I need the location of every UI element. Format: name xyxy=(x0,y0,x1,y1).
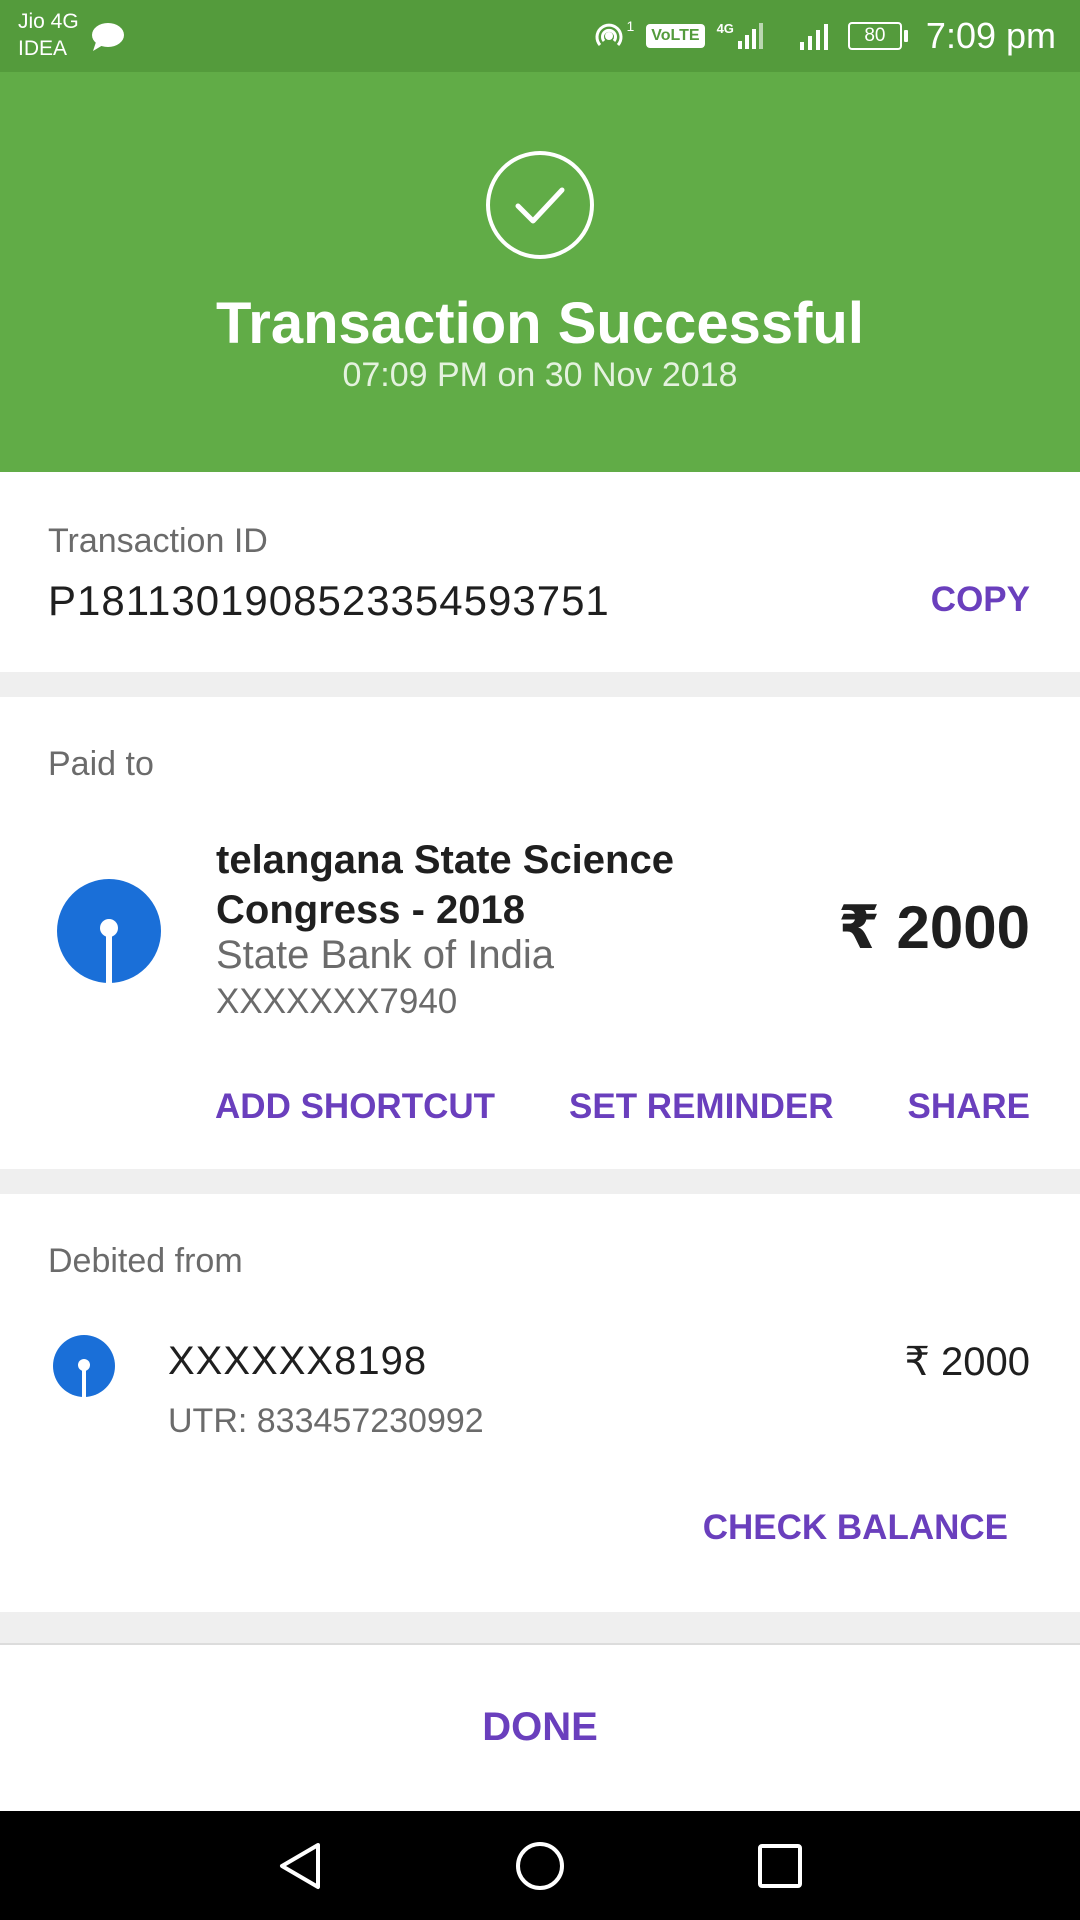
carrier-line1: Jio 4G xyxy=(18,10,79,33)
network-type-label: 4G xyxy=(716,21,734,36)
footer-bar: DONE xyxy=(0,1643,1080,1811)
payee-account: XXXXXXX7940 xyxy=(216,982,458,1021)
status-time: 7:09 pm xyxy=(925,15,1056,56)
debited-from-card: Debited from XXXXXX8198 UTR: 83345723099… xyxy=(0,1194,1080,1612)
check-circle-icon xyxy=(486,151,594,259)
paid-to-card: Paid to telangana State Science Congress… xyxy=(0,697,1080,1169)
paid-to-actions: ADD SHORTCUT SET REMINDER SHARE xyxy=(215,1087,1030,1127)
transaction-id-card: Transaction ID P1811301908523354593751 C… xyxy=(0,472,1080,672)
copy-button[interactable]: COPY xyxy=(931,580,1030,620)
success-header: Transaction Successful 07:09 PM on 30 No… xyxy=(0,72,1080,472)
utr-number: UTR: 833457230992 xyxy=(168,1402,484,1440)
battery-tip xyxy=(903,30,908,42)
signal-4g: 4G xyxy=(717,21,766,51)
hotspot-indicator: 1 xyxy=(592,19,634,53)
recents-icon[interactable] xyxy=(753,1839,807,1893)
page-title: Transaction Successful xyxy=(216,291,864,356)
transaction-id-value: P1811301908523354593751 xyxy=(48,577,610,624)
sbi-logo-icon xyxy=(57,879,161,984)
paid-to-label: Paid to xyxy=(48,745,154,783)
signal-icon xyxy=(737,23,763,49)
status-icons: 1 VoLTE 4G 80 7:09 pm xyxy=(592,0,1056,72)
battery-icon: 80 xyxy=(847,22,908,50)
payee-name: telangana State Science Congress - 2018 xyxy=(216,838,674,932)
debited-from-label: Debited from xyxy=(48,1242,243,1280)
hotspot-icon xyxy=(595,23,623,46)
hotspot-badge: 1 xyxy=(626,18,635,34)
chat-icon xyxy=(92,23,124,51)
debit-amount: ₹ 2000 xyxy=(904,1340,1030,1384)
sbi-logo-icon xyxy=(53,1335,115,1398)
signal-icon xyxy=(799,24,828,50)
paid-amount: ₹ 2000 xyxy=(838,894,1030,961)
volte-badge: VoLTE xyxy=(646,24,705,48)
add-shortcut-button[interactable]: ADD SHORTCUT xyxy=(215,1087,495,1127)
transaction-id-label: Transaction ID xyxy=(48,522,268,560)
carrier-line2: IDEA xyxy=(18,37,68,60)
back-icon[interactable] xyxy=(274,1839,328,1893)
payee-bank: State Bank of India xyxy=(216,933,555,977)
carrier-info: Jio 4G IDEA xyxy=(18,8,79,62)
set-reminder-button[interactable]: SET REMINDER xyxy=(569,1087,833,1127)
check-balance-button[interactable]: CHECK BALANCE xyxy=(703,1508,1008,1548)
status-bar: Jio 4G IDEA 1 VoLTE 4G 80 7:09 pm xyxy=(0,0,1080,72)
navigation-bar xyxy=(0,1811,1080,1920)
share-button[interactable]: SHARE xyxy=(907,1087,1030,1127)
battery-level: 80 xyxy=(847,22,902,50)
home-icon[interactable] xyxy=(513,1839,567,1893)
debit-account: XXXXXX8198 xyxy=(168,1339,428,1383)
transaction-timestamp: 07:09 PM on 30 Nov 2018 xyxy=(342,356,738,394)
done-button[interactable]: DONE xyxy=(0,1705,1080,1750)
